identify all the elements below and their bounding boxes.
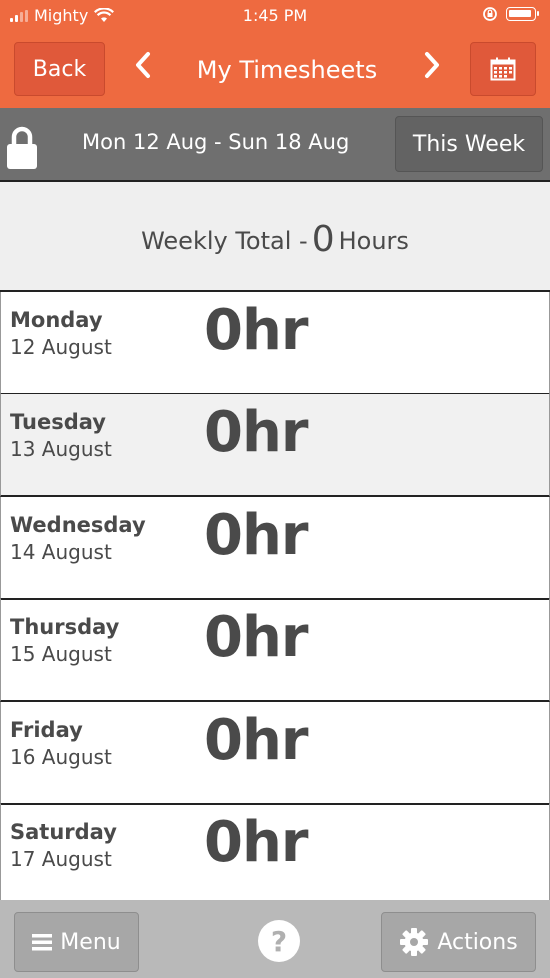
gear-icon — [400, 928, 429, 956]
battery-icon — [506, 7, 539, 21]
chevron-left-icon[interactable] — [128, 50, 158, 91]
day-hours: 0hr — [204, 605, 308, 670]
status-right — [482, 6, 539, 22]
day-row-thursday[interactable]: Thursday 15 August 0hr — [0, 599, 550, 702]
this-week-button[interactable]: This Week — [395, 116, 543, 172]
actions-button[interactable]: Actions — [381, 912, 536, 972]
day-row-saturday[interactable]: Saturday 17 August 0hr — [0, 804, 550, 900]
hamburger-icon — [32, 934, 53, 951]
day-date: 17 August — [10, 847, 112, 871]
calendar-icon — [490, 57, 516, 81]
day-date: 12 August — [10, 335, 112, 359]
chevron-right-icon[interactable] — [417, 50, 447, 91]
status-bar: Mighty 1:45 PM — [0, 0, 550, 32]
day-name: Wednesday — [10, 513, 146, 537]
actions-label: Actions — [437, 929, 518, 955]
day-row-wednesday[interactable]: Wednesday 14 August 0hr — [0, 497, 550, 600]
page-title: My Timesheets — [196, 56, 378, 84]
day-name: Saturday — [10, 820, 117, 844]
day-name: Monday — [10, 308, 103, 332]
weekly-total-value: 0 — [311, 218, 335, 260]
week-bar: Mon 12 Aug - Sun 18 Aug This Week — [0, 108, 550, 180]
weekly-total: Weekly Total - 0 Hours — [0, 180, 550, 292]
week-range: Mon 12 Aug - Sun 18 Aug — [82, 130, 350, 154]
calendar-button[interactable] — [470, 42, 536, 96]
rotation-lock-icon — [483, 7, 497, 21]
bottom-bar: Menu ? Actions — [0, 900, 550, 978]
day-date: 14 August — [10, 540, 112, 564]
day-row-friday[interactable]: Friday 16 August 0hr — [0, 702, 550, 805]
help-icon[interactable]: ? — [258, 920, 300, 962]
lock-icon[interactable] — [6, 124, 38, 170]
day-hours: 0hr — [204, 503, 308, 568]
day-row-tuesday[interactable]: Tuesday 13 August 0hr — [0, 394, 550, 497]
weekly-total-prefix: Weekly Total - — [141, 227, 308, 255]
day-name: Tuesday — [10, 410, 106, 434]
day-date: 15 August — [10, 642, 112, 666]
day-row-monday[interactable]: Monday 12 August 0hr — [0, 292, 550, 395]
back-button[interactable]: Back — [14, 42, 105, 96]
day-date: 13 August — [10, 437, 112, 461]
top-bar: Mighty 1:45 PM Back My Timesheets — [0, 0, 550, 108]
menu-label: Menu — [60, 929, 121, 955]
day-hours: 0hr — [204, 708, 308, 773]
day-name: Thursday — [10, 615, 120, 639]
status-time: 1:45 PM — [242, 6, 308, 25]
day-name: Friday — [10, 718, 83, 742]
menu-button[interactable]: Menu — [14, 912, 139, 972]
day-date: 16 August — [10, 745, 112, 769]
weekly-total-suffix: Hours — [338, 227, 409, 255]
day-hours: 0hr — [204, 298, 308, 363]
day-hours: 0hr — [204, 810, 308, 875]
day-hours: 0hr — [204, 400, 308, 465]
